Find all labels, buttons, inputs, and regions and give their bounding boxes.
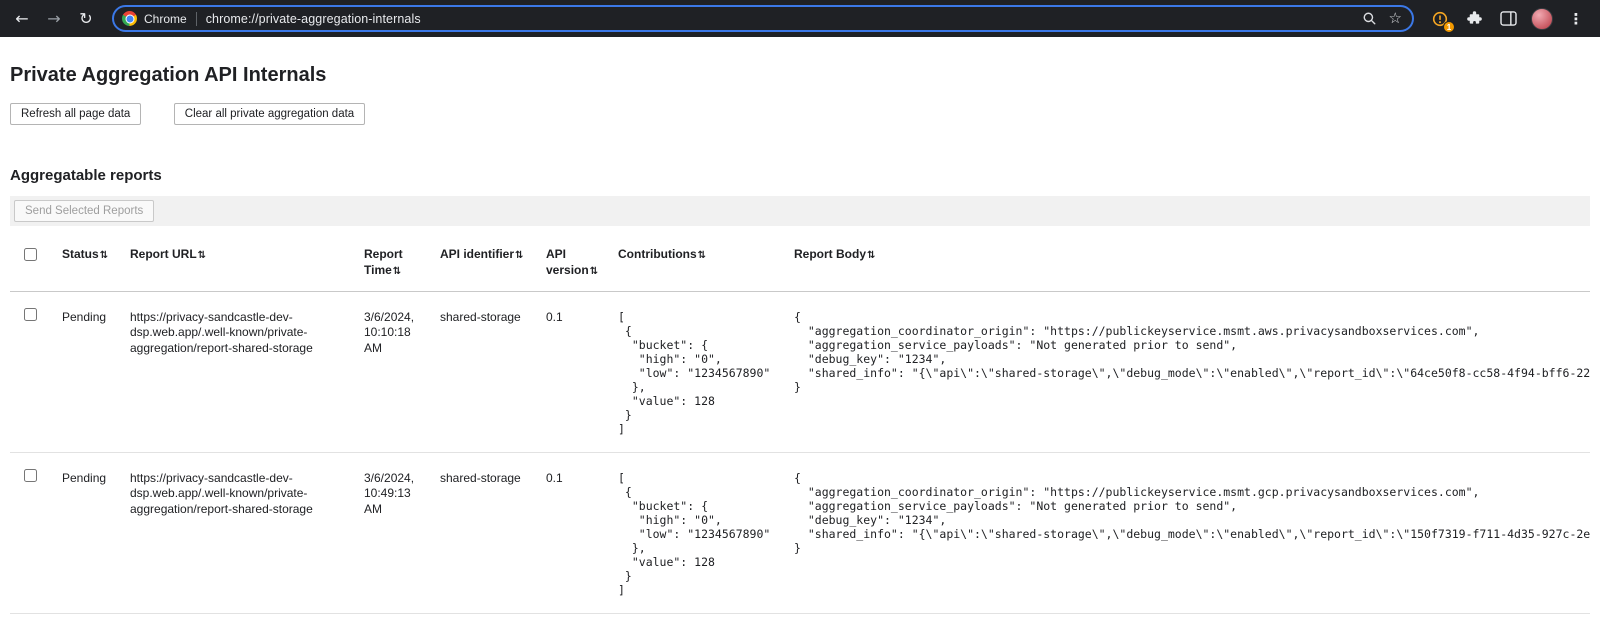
select-all-checkbox[interactable]	[24, 248, 37, 261]
cell-report-url: https://privacy-sandcastle-dev-dsp.web.a…	[118, 291, 352, 452]
browser-menu-icon[interactable]: ⋮	[1562, 5, 1590, 33]
header-report-time[interactable]: Report Time⇅	[352, 234, 428, 291]
page-title: Private Aggregation API Internals	[10, 64, 1590, 87]
sort-icon: ⇅	[198, 250, 206, 261]
header-report-body[interactable]: Report Body⇅	[782, 234, 1590, 291]
omnibox-product-label: Chrome	[144, 12, 187, 26]
side-panel-icon[interactable]	[1494, 5, 1522, 33]
toolbar-right-cluster: 1 ⋮	[1426, 5, 1590, 33]
alert-badge: 1	[1443, 21, 1455, 33]
address-bar[interactable]: Chrome chrome://private-aggregation-inte…	[112, 5, 1414, 32]
sort-icon: ⇅	[590, 266, 598, 277]
cell-api-identifier: shared-storage	[428, 452, 534, 613]
zoom-icon[interactable]	[1362, 11, 1377, 26]
profile-avatar[interactable]	[1528, 5, 1556, 33]
cell-status: Pending	[50, 291, 118, 452]
cell-report-time: 3/6/2024, 10:49:13 AM	[352, 452, 428, 613]
header-contributions[interactable]: Contributions⇅	[606, 234, 782, 291]
chrome-logo-icon	[122, 11, 137, 26]
table-header-row: Status⇅ Report URL⇅ Report Time⇅ API ide…	[10, 234, 1590, 291]
cell-report-body: { "aggregation_coordinator_origin": "htt…	[782, 291, 1590, 452]
back-button[interactable]: ←	[8, 5, 36, 33]
header-status[interactable]: Status⇅	[50, 234, 118, 291]
table-row: Pending https://privacy-sandcastle-dev-d…	[10, 452, 1590, 613]
section-title: Aggregatable reports	[10, 167, 1590, 184]
browser-toolbar: ← → ↻ Chrome chrome://private-aggregatio…	[0, 0, 1600, 37]
sort-icon: ⇅	[867, 250, 875, 261]
url-text[interactable]: chrome://private-aggregation-internals	[206, 12, 1352, 26]
reload-button[interactable]: ↻	[72, 5, 100, 33]
page-content: Private Aggregation API Internals Refres…	[0, 64, 1600, 614]
table-row: Pending https://privacy-sandcastle-dev-d…	[10, 291, 1590, 452]
cell-report-body: { "aggregation_coordinator_origin": "htt…	[782, 452, 1590, 613]
sort-icon: ⇅	[393, 266, 401, 277]
cell-api-version: 0.1	[534, 291, 606, 452]
sort-icon: ⇅	[100, 250, 108, 261]
extensions-puzzle-icon[interactable]	[1460, 5, 1488, 33]
row-checkbox[interactable]	[24, 308, 37, 321]
sort-icon: ⇅	[515, 250, 523, 261]
bookmark-star-icon[interactable]: ☆	[1389, 11, 1402, 26]
reports-action-bar: Send Selected Reports	[10, 196, 1590, 226]
send-selected-reports-button[interactable]: Send Selected Reports	[14, 200, 154, 222]
aggregatable-reports-table: Status⇅ Report URL⇅ Report Time⇅ API ide…	[10, 234, 1590, 614]
cell-status: Pending	[50, 452, 118, 613]
omnibox-divider	[196, 12, 197, 26]
header-api-identifier[interactable]: API identifier⇅	[428, 234, 534, 291]
refresh-all-button[interactable]: Refresh all page data	[10, 103, 141, 125]
top-buttons-row: Refresh all page data Clear all private …	[10, 103, 1590, 125]
header-report-url[interactable]: Report URL⇅	[118, 234, 352, 291]
cell-api-version: 0.1	[534, 452, 606, 613]
header-api-version[interactable]: API version⇅	[534, 234, 606, 291]
clear-all-button[interactable]: Clear all private aggregation data	[174, 103, 365, 125]
alert-icon[interactable]: 1	[1426, 5, 1454, 33]
forward-button[interactable]: →	[40, 5, 68, 33]
sort-icon: ⇅	[698, 250, 706, 261]
cell-api-identifier: shared-storage	[428, 291, 534, 452]
cell-contributions: [ { "bucket": { "high": "0", "low": "123…	[606, 452, 782, 613]
cell-contributions: [ { "bucket": { "high": "0", "low": "123…	[606, 291, 782, 452]
cell-report-time: 3/6/2024, 10:10:18 AM	[352, 291, 428, 452]
avatar	[1531, 8, 1553, 30]
cell-report-url: https://privacy-sandcastle-dev-dsp.web.a…	[118, 452, 352, 613]
row-checkbox[interactable]	[24, 469, 37, 482]
